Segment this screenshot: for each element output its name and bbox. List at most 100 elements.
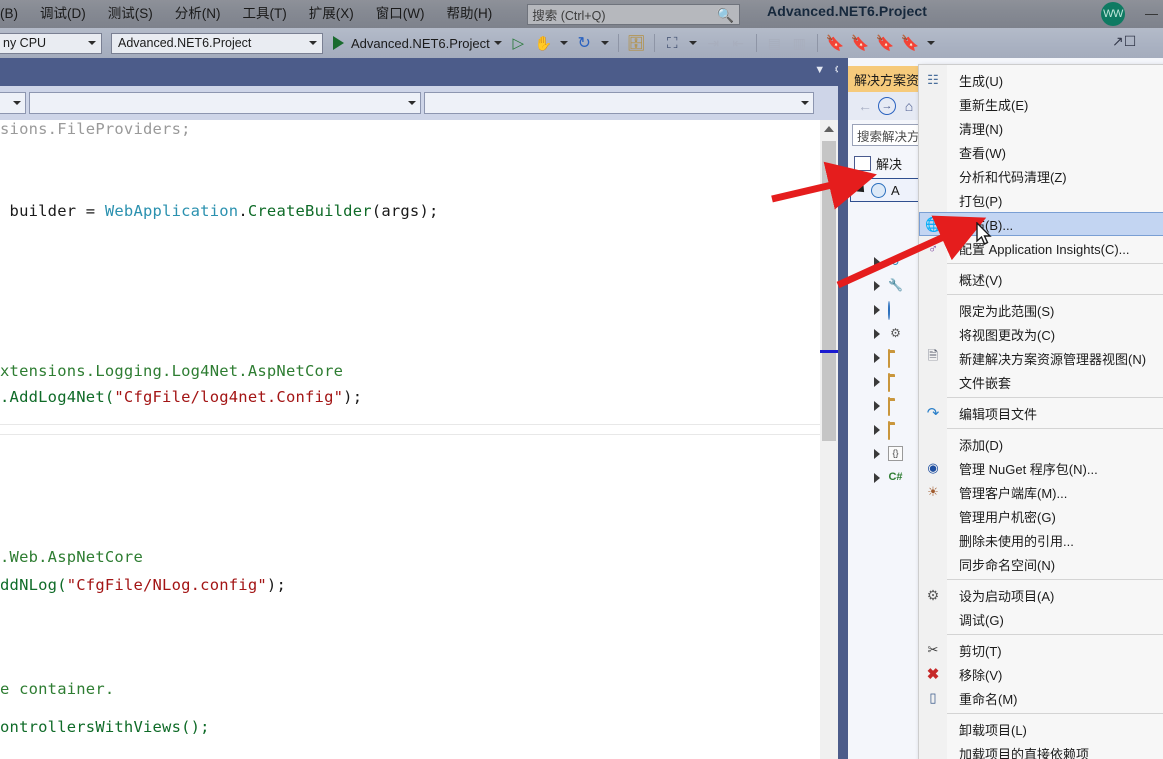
menu-view[interactable]: 查看(W)	[919, 140, 1163, 164]
menu-rename[interactable]: ▯ 重命名(M)	[919, 686, 1163, 710]
menu-load-direct-dependencies[interactable]: 加载项目的直接依赖项	[919, 741, 1163, 759]
home-icon[interactable]: ⌂	[898, 95, 920, 117]
back-icon[interactable]: ←	[854, 95, 876, 117]
scrollbar-thumb[interactable]	[822, 141, 836, 441]
code-divider	[0, 434, 820, 435]
menu-cut[interactable]: ✂ 剪切(T)	[919, 638, 1163, 662]
menu-clean[interactable]: 清理(N)	[919, 116, 1163, 140]
startup-project-combo[interactable]: Advanced.NET6.Project	[111, 32, 323, 54]
forward-icon[interactable]: →	[878, 97, 896, 115]
home-view-icon[interactable]: ⛶	[662, 33, 683, 54]
avatar[interactable]: WW	[1101, 2, 1125, 26]
tab-list-chevron-icon[interactable]: ▼	[814, 64, 825, 76]
menu-bar-item[interactable]: 分析(N)	[164, 2, 232, 27]
menu-bar-item[interactable]: 工具(T)	[232, 2, 298, 27]
toolbar-divider	[653, 34, 655, 52]
chevron-right-icon[interactable]	[874, 353, 880, 363]
code-token: .	[238, 202, 248, 220]
menu-unload-project[interactable]: 卸载项目(L)	[919, 717, 1163, 741]
menu-new-solution-explorer-view[interactable]: 🗎 新建解决方案资源管理器视图(N)	[919, 346, 1163, 370]
navbar-type-combo[interactable]	[29, 92, 421, 114]
menu-pack[interactable]: 打包(P)	[919, 188, 1163, 212]
code-token: CreateBuilder	[247, 202, 372, 220]
chevron-right-icon[interactable]	[874, 305, 880, 315]
code-editor[interactable]: sions.FileProviders; builder = WebApplic…	[0, 120, 820, 759]
menu-bar-item[interactable]: 测试(S)	[97, 2, 164, 27]
menu-sync-namespaces[interactable]: 同步命名空间(N)	[919, 552, 1163, 576]
toolbar-overflow-icon[interactable]	[926, 41, 935, 45]
menu-rebuild[interactable]: 重新生成(E)	[919, 92, 1163, 116]
menu-bar-item[interactable]: 调试(D)	[29, 2, 97, 27]
menu-build[interactable]: ☷ 生成(U)	[919, 68, 1163, 92]
menu-edit-project-file[interactable]: ↷ 编辑项目文件	[919, 401, 1163, 425]
chevron-right-icon[interactable]	[874, 281, 880, 291]
navbar-project-combo[interactable]	[0, 92, 26, 114]
scrollbar-change-marker	[820, 350, 838, 353]
properties-icon	[888, 300, 905, 320]
start-debugging-button[interactable]: Advanced.NET6.Project	[333, 36, 506, 51]
scroll-up-icon[interactable]	[820, 120, 838, 137]
chevron-right-icon[interactable]	[874, 401, 880, 411]
menu-manage-nuget[interactable]: ◉ 管理 NuGet 程序包(N)...	[919, 456, 1163, 480]
menu-set-as-startup-project[interactable]: ⚙ 设为启动项目(A)	[919, 583, 1163, 607]
menu-remove-unused-references[interactable]: 删除未使用的引用...	[919, 528, 1163, 552]
menu-manage-user-secrets[interactable]: 管理用户机密(G)	[919, 504, 1163, 528]
chevron-expanded-icon[interactable]	[856, 184, 868, 196]
menu-change-view-to[interactable]: 将视图更改为(C)	[919, 322, 1163, 346]
bookmark-icon[interactable]: 🔖	[825, 33, 846, 54]
context-menu-separator	[947, 428, 1163, 429]
menu-scope-to-this[interactable]: 限定为此范围(S)	[919, 298, 1163, 322]
uncomment-icon[interactable]: ▥	[789, 33, 810, 54]
menu-overview[interactable]: 概述(V)	[919, 267, 1163, 291]
menu-add[interactable]: 添加(D)	[919, 432, 1163, 456]
menu-manage-client-libraries[interactable]: ☀ 管理客户端库(M)...	[919, 480, 1163, 504]
chevron-down-icon[interactable]	[600, 41, 609, 45]
browser-link-icon[interactable]: 🗄	[626, 33, 647, 54]
menu-bar-item[interactable]: (B)	[0, 2, 29, 27]
chevron-right-icon[interactable]	[874, 257, 880, 267]
chevron-right-icon[interactable]	[874, 449, 880, 459]
menu-debug[interactable]: 调试(G)	[919, 607, 1163, 631]
chevron-right-icon[interactable]	[874, 473, 880, 483]
navbar-member-combo[interactable]	[424, 92, 814, 114]
indent-icon[interactable]: ⇥	[703, 33, 724, 54]
chevron-right-icon[interactable]	[874, 425, 880, 435]
context-menu-item-label: 新建解决方案资源管理器视图(N)	[959, 351, 1147, 367]
chevron-down-icon	[13, 101, 21, 105]
code-line: ontrollersWithViews();	[0, 718, 210, 736]
hot-reload-icon[interactable]: ✋	[533, 33, 554, 54]
start-without-debugging-icon[interactable]: ▷	[508, 33, 529, 54]
menu-publish[interactable]: 🌐 发布(B)...	[919, 212, 1163, 236]
menu-bar-item[interactable]: 帮助(H)	[435, 2, 503, 27]
clear-bookmarks-icon[interactable]: 🔖	[900, 33, 921, 54]
folder-icon	[888, 420, 905, 440]
platform-combo[interactable]: ny CPU	[0, 32, 102, 54]
quick-search-box[interactable]: 搜索 (Ctrl+Q) 🔍	[527, 3, 741, 25]
chevron-down-icon[interactable]	[559, 41, 568, 45]
chevron-down-icon[interactable]	[688, 41, 697, 45]
chevron-right-icon[interactable]	[874, 329, 880, 339]
comment-icon[interactable]: ▤	[764, 33, 785, 54]
dependencies-icon: 🔧	[888, 278, 903, 292]
menu-file-nesting[interactable]: 文件嵌套	[919, 370, 1163, 394]
context-menu-item-label: 设为启动项目(A)	[959, 588, 1055, 604]
chevron-right-icon[interactable]	[874, 377, 880, 387]
menu-configure-app-insights[interactable]: ♂ 配置 Application Insights(C)...	[919, 236, 1163, 260]
prev-bookmark-icon[interactable]: 🔖	[850, 33, 871, 54]
menu-bar-item[interactable]: 扩展(X)	[298, 2, 365, 27]
menu-bar-item[interactable]: 窗口(W)	[365, 2, 436, 27]
restart-icon[interactable]: ↻	[574, 33, 595, 54]
outdent-icon[interactable]: ⇤	[728, 33, 749, 54]
editor-tab-strip: ▼ ⚙	[0, 58, 848, 86]
solution-node[interactable]: 解决	[854, 154, 902, 173]
minimize-button[interactable]: —	[1140, 0, 1163, 26]
share-icon[interactable]: ↗☐	[1112, 33, 1136, 50]
folder-icon	[888, 396, 890, 416]
context-menu-separator	[947, 713, 1163, 714]
next-bookmark-icon[interactable]: 🔖	[875, 33, 896, 54]
editor-vertical-scrollbar[interactable]	[820, 120, 838, 759]
build-icon: ☷	[927, 72, 939, 87]
menu-remove[interactable]: ✖ 移除(V)	[919, 662, 1163, 686]
standard-toolbar: ny CPU Advanced.NET6.Project Advanced.NE…	[0, 28, 1163, 58]
menu-analyze-cleanup[interactable]: 分析和代码清理(Z)	[919, 164, 1163, 188]
